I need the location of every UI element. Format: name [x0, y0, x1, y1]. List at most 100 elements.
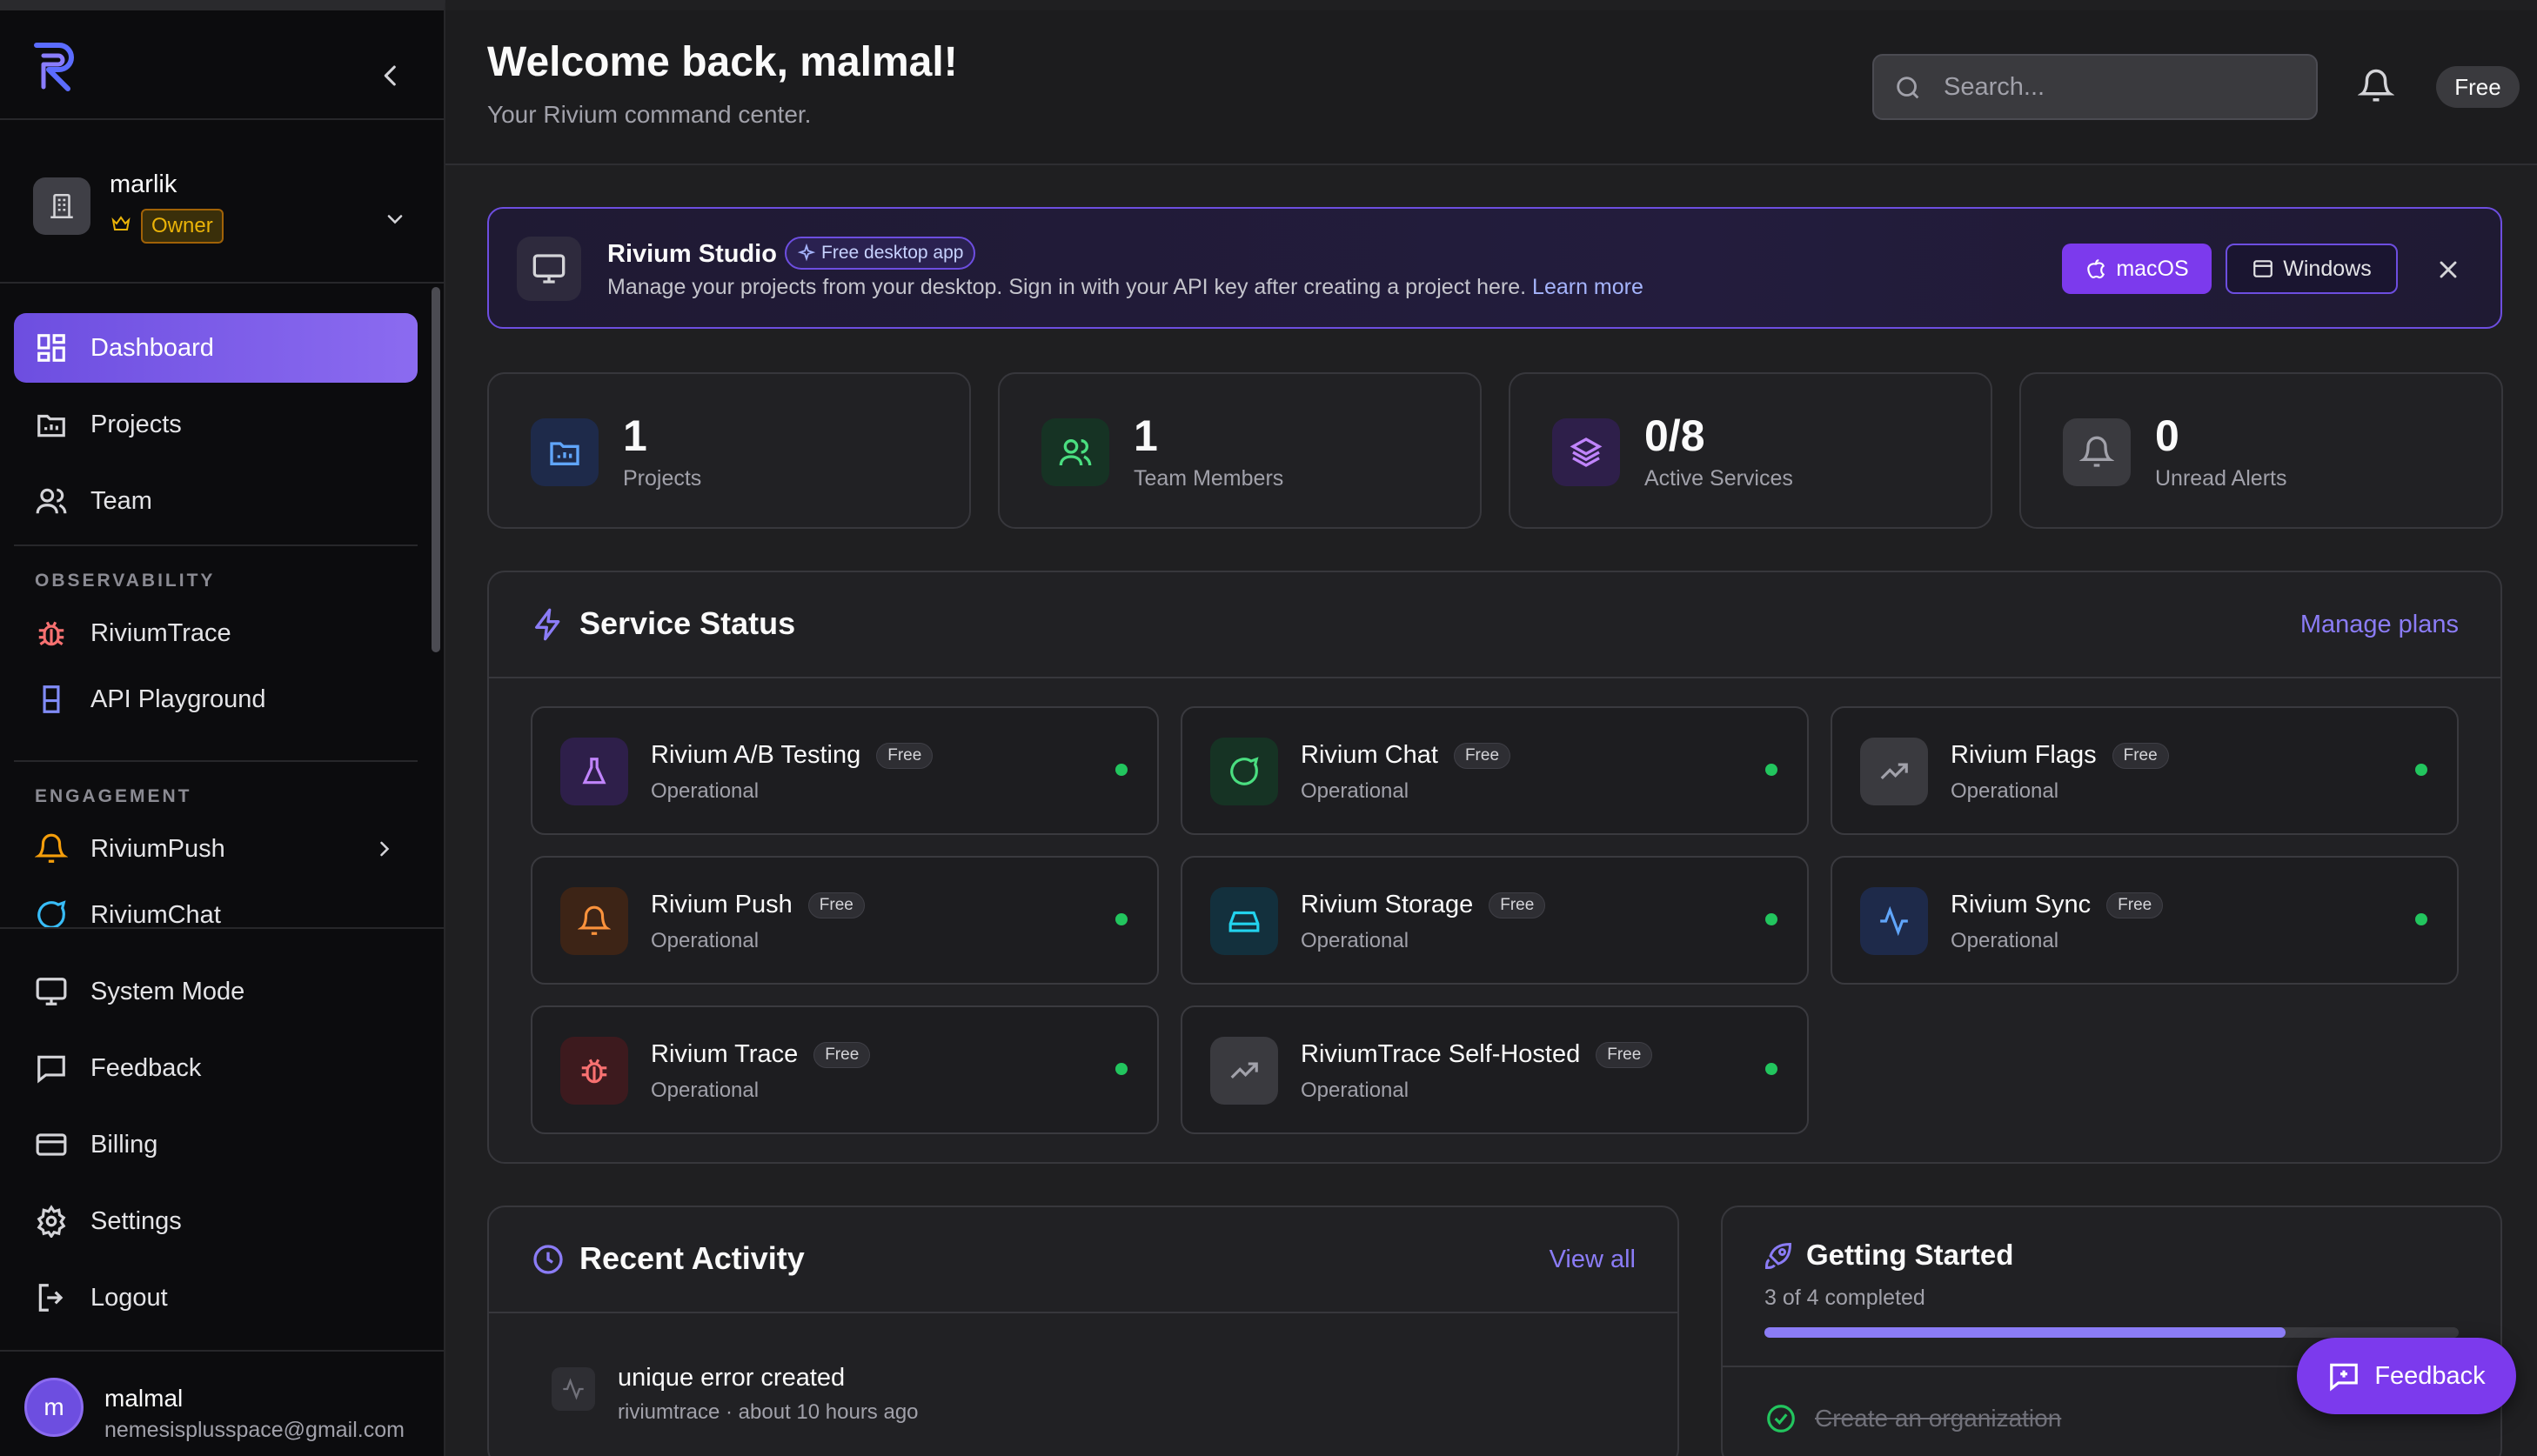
- activity-item[interactable]: unique error created riviumtrace · about…: [552, 1364, 1596, 1433]
- service-card[interactable]: Rivium Trace Free Operational: [531, 1005, 1159, 1134]
- message-plus-icon: [2330, 1363, 2359, 1392]
- plan-badge: Free: [2106, 892, 2164, 918]
- service-name: Rivium A/B Testing: [651, 741, 861, 769]
- logo-icon[interactable]: [31, 38, 82, 92]
- sidebar-item-riviumpush[interactable]: RiviumPush: [14, 814, 418, 884]
- bell-icon: [2063, 418, 2131, 486]
- plan-badge: Free: [807, 892, 865, 918]
- banner-title: Rivium Studio: [607, 240, 777, 268]
- service-name: Rivium Trace: [651, 1040, 799, 1068]
- chevron-down-icon[interactable]: [383, 207, 407, 231]
- service-status: Operational: [651, 779, 760, 803]
- sidebar-item-label: RiviumChat: [90, 900, 221, 928]
- service-card[interactable]: Rivium Push Free Operational: [531, 856, 1159, 985]
- user-profile[interactable]: m malmal nemesisplusspace@gmail.com: [0, 1352, 444, 1456]
- page-subtitle: Your Rivium command center.: [487, 101, 812, 128]
- sidebar-item-feedback[interactable]: Feedback: [14, 1033, 418, 1103]
- check-circle-icon: [1767, 1405, 1795, 1433]
- flask-icon: [43, 685, 60, 713]
- sidebar-item-riviumchat[interactable]: RiviumChat: [14, 880, 418, 927]
- service-name: Rivium Chat: [1301, 741, 1438, 769]
- sidebar-nav[interactable]: Dashboard Projects Team OBSERVABILITY Ri…: [0, 284, 444, 927]
- service-card[interactable]: RiviumTrace Self-Hosted Free Operational: [1181, 1005, 1809, 1134]
- sidebar-item-label: Feedback: [90, 1053, 202, 1082]
- user-email: nemesisplusspace@gmail.com: [104, 1418, 405, 1442]
- sidebar-item-riviumtrace[interactable]: RiviumTrace: [14, 598, 418, 668]
- stat-card-projects[interactable]: 1 Projects: [487, 372, 971, 529]
- sidebar-item-settings[interactable]: Settings: [14, 1186, 418, 1256]
- sidebar-item-system-mode[interactable]: System Mode: [14, 957, 418, 1026]
- sidebar-scrollbar[interactable]: [432, 287, 440, 652]
- section-label-observability: OBSERVABILITY: [35, 571, 216, 591]
- status-dot: [1765, 764, 1777, 776]
- bell-icon: [35, 833, 68, 863]
- sidebar-item-team[interactable]: Team: [14, 466, 418, 536]
- projects-icon: [531, 418, 599, 486]
- apple-icon: [2087, 259, 2105, 279]
- projects-icon: [37, 414, 65, 437]
- windows-download-button[interactable]: Windows: [2226, 244, 2398, 294]
- sidebar-item-billing[interactable]: Billing: [14, 1110, 418, 1179]
- status-dot: [2415, 764, 2427, 776]
- sidebar-item-label: RiviumTrace: [90, 618, 231, 647]
- service-status: Operational: [1301, 1079, 1409, 1102]
- service-status: Operational: [651, 929, 760, 952]
- service-card[interactable]: Rivium A/B Testing Free Operational: [531, 706, 1159, 835]
- service-status-panel: Service Status Manage plans Rivium A/B T…: [487, 571, 2502, 1164]
- service-card[interactable]: Rivium Flags Free Operational: [1831, 706, 2459, 835]
- service-status: Operational: [1301, 779, 1409, 803]
- view-all-link[interactable]: View all: [1550, 1246, 1636, 1274]
- bug-icon: [560, 1037, 628, 1105]
- learn-more-link[interactable]: Learn more: [1532, 275, 1643, 299]
- sidebar-item-label: Settings: [90, 1206, 182, 1235]
- status-dot: [1115, 764, 1128, 776]
- clock-icon: [531, 1242, 566, 1277]
- service-card[interactable]: Rivium Sync Free Operational: [1831, 856, 2459, 985]
- stat-card-active-services[interactable]: 0/8 Active Services: [1509, 372, 1992, 529]
- sidebar-item-dashboard[interactable]: Dashboard: [14, 313, 418, 383]
- macos-download-button[interactable]: macOS: [2062, 244, 2212, 294]
- service-status: Operational: [1301, 929, 1409, 952]
- monitor-icon: [36, 978, 67, 1005]
- desktop-icon: [517, 237, 581, 301]
- activity-meta: riviumtrace · about 10 hours ago: [618, 1400, 919, 1424]
- stat-card-team-members[interactable]: 1 Team Members: [998, 372, 1482, 529]
- service-name: Rivium Sync: [1951, 891, 2092, 918]
- close-icon[interactable]: [2434, 256, 2462, 284]
- org-switcher[interactable]: marlik Owner: [0, 120, 444, 282]
- sidebar-item-label: Team: [90, 486, 152, 515]
- plan-badge[interactable]: Free: [2436, 66, 2520, 108]
- notifications-bell-icon[interactable]: [2358, 68, 2394, 104]
- activity-icon: [1860, 887, 1928, 955]
- manage-plans-link[interactable]: Manage plans: [2300, 611, 2459, 639]
- activity-title: unique error created: [618, 1364, 846, 1392]
- card-icon: [36, 1133, 67, 1156]
- service-status: Operational: [1951, 779, 2059, 803]
- team-icon: [36, 488, 67, 514]
- task-item[interactable]: Create an organization: [1764, 1402, 2061, 1435]
- sidebar-item-api-playground[interactable]: API Playground: [14, 665, 418, 734]
- stat-value: 0/8: [1644, 411, 1705, 460]
- service-card[interactable]: Rivium Chat Free Operational: [1181, 706, 1809, 835]
- recent-activity-panel: Recent Activity View all unique error cr…: [487, 1206, 1679, 1456]
- header: Welcome back, malmal! Your Rivium comman…: [445, 10, 2537, 165]
- team-icon: [1041, 418, 1109, 486]
- service-card[interactable]: Rivium Storage Free Operational: [1181, 856, 1809, 985]
- flask-icon: [560, 738, 628, 805]
- dashboard-icon: [37, 334, 65, 362]
- sidebar-item-logout[interactable]: Logout: [14, 1263, 418, 1332]
- gear-icon: [37, 1205, 66, 1238]
- stat-card-unread-alerts[interactable]: 0 Unread Alerts: [2019, 372, 2503, 529]
- chevron-right-icon[interactable]: [372, 837, 397, 861]
- search-input[interactable]: Search...: [1872, 54, 2318, 120]
- sidebar-item-label: System Mode: [90, 977, 245, 1005]
- stat-value: 0: [2155, 411, 2179, 460]
- collapse-sidebar-icon[interactable]: [376, 61, 405, 90]
- page-title: Welcome back, malmal!: [487, 39, 958, 85]
- user-name: malmal: [104, 1385, 184, 1412]
- sidebar-item-projects[interactable]: Projects: [14, 390, 418, 459]
- stat-value: 1: [1134, 411, 1158, 460]
- sidebar-item-label: Projects: [90, 410, 182, 438]
- feedback-button[interactable]: Feedback: [2297, 1338, 2516, 1414]
- chat-icon: [1210, 738, 1278, 805]
